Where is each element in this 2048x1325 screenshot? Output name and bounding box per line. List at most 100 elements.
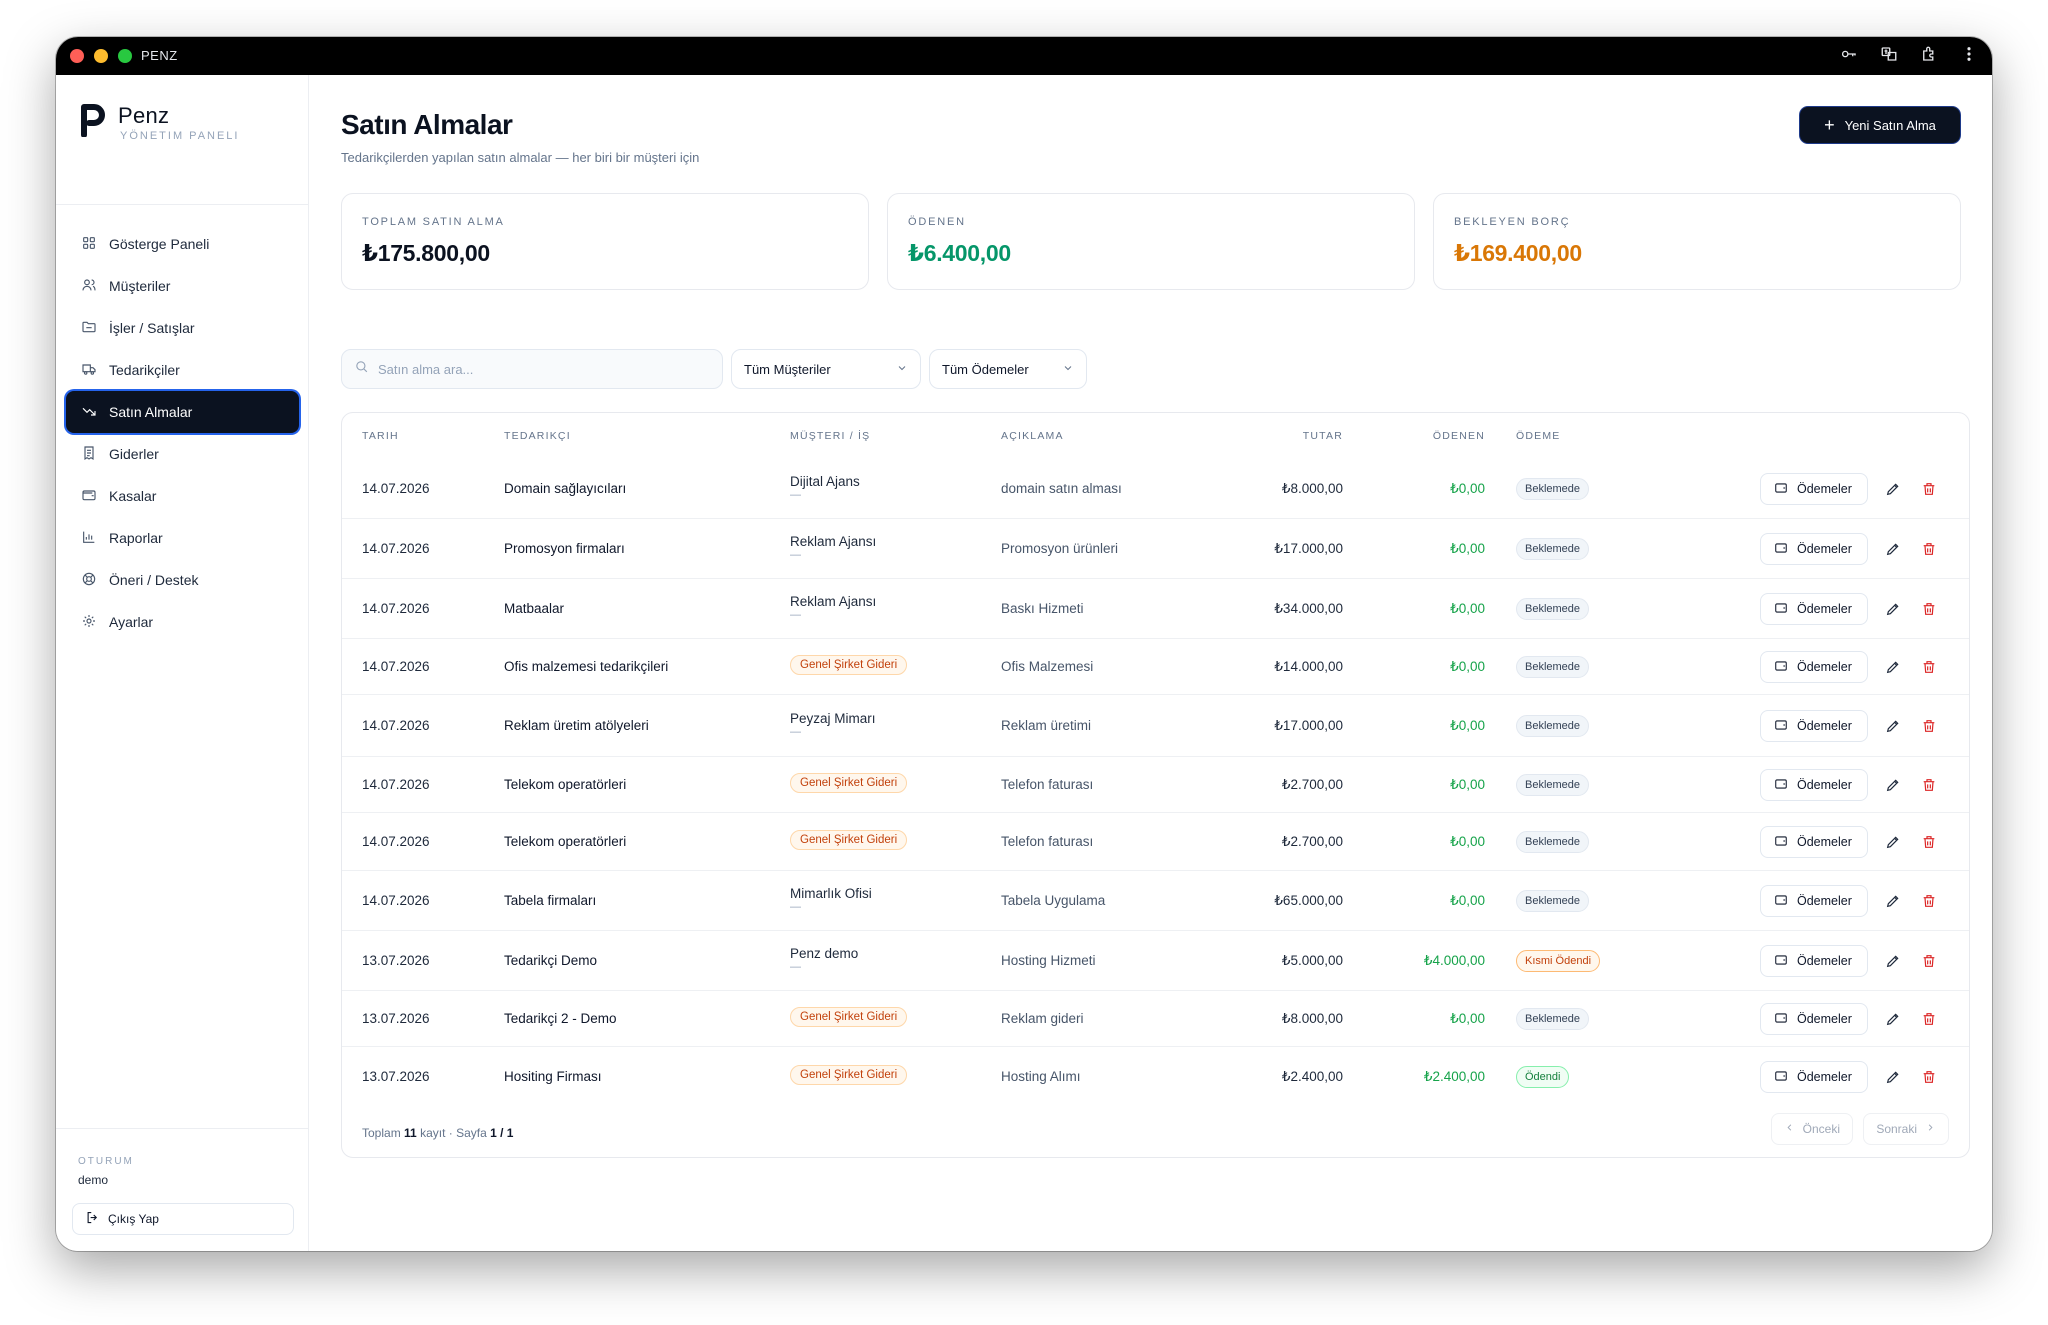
edit-icon[interactable] xyxy=(1885,777,1901,793)
sidebar-item-dashboard[interactable]: Gösterge Paneli xyxy=(66,223,299,265)
search-box[interactable] xyxy=(341,349,723,389)
payments-button[interactable]: Ödemeler xyxy=(1760,651,1868,683)
sidebar-item-settings[interactable]: Ayarlar xyxy=(66,601,299,643)
total-cell: ₺2.700,00 xyxy=(1281,834,1343,849)
sidebar-item-label: Giderler xyxy=(109,446,159,462)
trash-icon[interactable] xyxy=(1921,834,1937,850)
prev-label: Önceki xyxy=(1802,1122,1840,1136)
edit-icon[interactable] xyxy=(1885,541,1901,557)
table-row[interactable]: 13.07.2026 Tedarikçi 2 - Demo Genel Şirk… xyxy=(342,991,1969,1047)
table-row[interactable]: 14.07.2026 Domain sağlayıcıları Dijital … xyxy=(342,459,1969,519)
table-row[interactable]: 14.07.2026 Ofis malzemesi tedarikçileri … xyxy=(342,639,1969,695)
customer-cell: Mimarlık Ofisi — xyxy=(790,886,872,913)
column-header-date[interactable]: TARIH xyxy=(362,430,399,442)
brand[interactable]: Penz YÖNETIM PANELI xyxy=(80,103,237,142)
sidebar-item-expenses[interactable]: Giderler xyxy=(66,433,299,475)
extensions-icon[interactable] xyxy=(1920,45,1938,68)
table-row[interactable]: 14.07.2026 Tabela firmaları Mimarlık Ofi… xyxy=(342,871,1969,931)
edit-icon[interactable] xyxy=(1885,601,1901,617)
edit-icon[interactable] xyxy=(1885,834,1901,850)
payments-button[interactable]: Ödemeler xyxy=(1760,710,1868,742)
close-window-button[interactable] xyxy=(70,49,84,63)
table-row[interactable]: 14.07.2026 Matbaalar Reklam Ajansı — Bask… xyxy=(342,579,1969,639)
sidebar-item-cashboxes[interactable]: Kasalar xyxy=(66,475,299,517)
search-input[interactable] xyxy=(378,361,708,377)
customer-cell: Genel Şirket Gideri xyxy=(790,655,908,675)
payments-button[interactable]: Ödemeler xyxy=(1760,945,1868,977)
date-cell: 14.07.2026 xyxy=(362,893,430,908)
paid-cell: ₺0,00 xyxy=(1450,541,1485,556)
job-placeholder: — xyxy=(790,609,801,621)
column-header-supplier[interactable]: TEDARIKÇI xyxy=(504,430,571,442)
column-header-paid[interactable]: ÖDENEN xyxy=(1433,430,1485,442)
payments-button[interactable]: Ödemeler xyxy=(1760,1003,1868,1035)
table-row[interactable]: 14.07.2026 Reklam üretim atölyeleri Peyz… xyxy=(342,695,1969,757)
table-row[interactable]: 13.07.2026 Tedarikçi Demo Penz demo — Hos… xyxy=(342,931,1969,991)
translate-icon[interactable] xyxy=(1880,45,1898,68)
prev-page-button[interactable]: Önceki xyxy=(1770,1113,1853,1145)
summary-middle: kayıt · Sayfa xyxy=(420,1126,487,1140)
maximize-window-button[interactable] xyxy=(118,49,132,63)
trash-icon[interactable] xyxy=(1921,541,1937,557)
table-row[interactable]: 14.07.2026 Telekom operatörleri Genel Şi… xyxy=(342,757,1969,813)
status-badge: Beklemede xyxy=(1516,478,1590,500)
key-icon[interactable] xyxy=(1840,45,1858,68)
payments-button[interactable]: Ödemeler xyxy=(1760,1061,1868,1093)
edit-icon[interactable] xyxy=(1885,481,1901,497)
column-header-description[interactable]: AÇIKLAMA xyxy=(1001,430,1064,442)
payments-button[interactable]: Ödemeler xyxy=(1760,533,1868,565)
status-badge: Beklemede xyxy=(1516,715,1590,737)
payments-label: Ödemeler xyxy=(1797,602,1852,616)
sidebar-item-purchases[interactable]: Satın Almalar xyxy=(66,391,299,433)
payments-button[interactable]: Ödemeler xyxy=(1760,826,1868,858)
trash-icon[interactable] xyxy=(1921,1011,1937,1027)
page-indicator: 1 / 1 xyxy=(490,1126,514,1140)
customer-filter-select[interactable]: Tüm Müşteriler xyxy=(731,349,921,389)
trash-icon[interactable] xyxy=(1921,893,1937,909)
payment-filter-select[interactable]: Tüm Ödemeler xyxy=(929,349,1087,389)
edit-icon[interactable] xyxy=(1885,953,1901,969)
sidebar-item-reports[interactable]: Raporlar xyxy=(66,517,299,559)
trash-icon[interactable] xyxy=(1921,481,1937,497)
next-page-button[interactable]: Sonraki xyxy=(1863,1113,1949,1145)
minimize-window-button[interactable] xyxy=(94,49,108,63)
payments-label: Ödemeler xyxy=(1797,719,1852,733)
trash-icon[interactable] xyxy=(1921,953,1937,969)
trash-icon[interactable] xyxy=(1921,777,1937,793)
sidebar-item-jobs[interactable]: İşler / Satışlar xyxy=(66,307,299,349)
divider xyxy=(56,1128,308,1129)
customer-cell: Genel Şirket Gideri xyxy=(790,1065,908,1085)
customer-name: Peyzaj Mimarı xyxy=(790,711,876,726)
trash-icon[interactable] xyxy=(1921,718,1937,734)
payments-button[interactable]: Ödemeler xyxy=(1760,885,1868,917)
edit-icon[interactable] xyxy=(1885,1069,1901,1085)
table-row[interactable]: 13.07.2026 Hositing Firması Genel Şirket… xyxy=(342,1047,1969,1107)
trash-icon[interactable] xyxy=(1921,659,1937,675)
sidebar-item-customers[interactable]: Müşteriler xyxy=(66,265,299,307)
table-row[interactable]: 14.07.2026 Telekom operatörleri Genel Şi… xyxy=(342,813,1969,871)
column-header-status[interactable]: ÖDEME xyxy=(1516,430,1561,442)
column-header-total[interactable]: TUTAR xyxy=(1303,430,1343,442)
session-user: demo xyxy=(78,1173,109,1187)
customer-cell: Reklam Ajansı — xyxy=(790,534,876,561)
new-purchase-button[interactable]: + Yeni Satın Alma xyxy=(1800,107,1960,143)
customer-name: Mimarlık Ofisi xyxy=(790,886,872,901)
trash-icon[interactable] xyxy=(1921,601,1937,617)
brand-name: Penz xyxy=(118,103,170,128)
payments-button[interactable]: Ödemeler xyxy=(1760,769,1868,801)
sidebar-item-suppliers[interactable]: Tedarikçiler xyxy=(66,349,299,391)
more-menu-icon[interactable] xyxy=(1960,45,1978,68)
payments-button[interactable]: Ödemeler xyxy=(1760,593,1868,625)
edit-icon[interactable] xyxy=(1885,1011,1901,1027)
column-header-customer[interactable]: MÜŞTERI / İŞ xyxy=(790,430,870,442)
sidebar-item-support[interactable]: Öneri / Destek xyxy=(66,559,299,601)
logout-button[interactable]: Çıkış Yap xyxy=(72,1203,294,1235)
table-row[interactable]: 14.07.2026 Promosyon firmaları Reklam Aj… xyxy=(342,519,1969,579)
edit-icon[interactable] xyxy=(1885,659,1901,675)
edit-icon[interactable] xyxy=(1885,718,1901,734)
description-cell: Reklam gideri xyxy=(1001,1011,1084,1026)
trash-icon[interactable] xyxy=(1921,1069,1937,1085)
payments-button[interactable]: Ödemeler xyxy=(1760,473,1868,505)
edit-icon[interactable] xyxy=(1885,893,1901,909)
stat-value: ₺169.400,00 xyxy=(1454,240,1582,266)
